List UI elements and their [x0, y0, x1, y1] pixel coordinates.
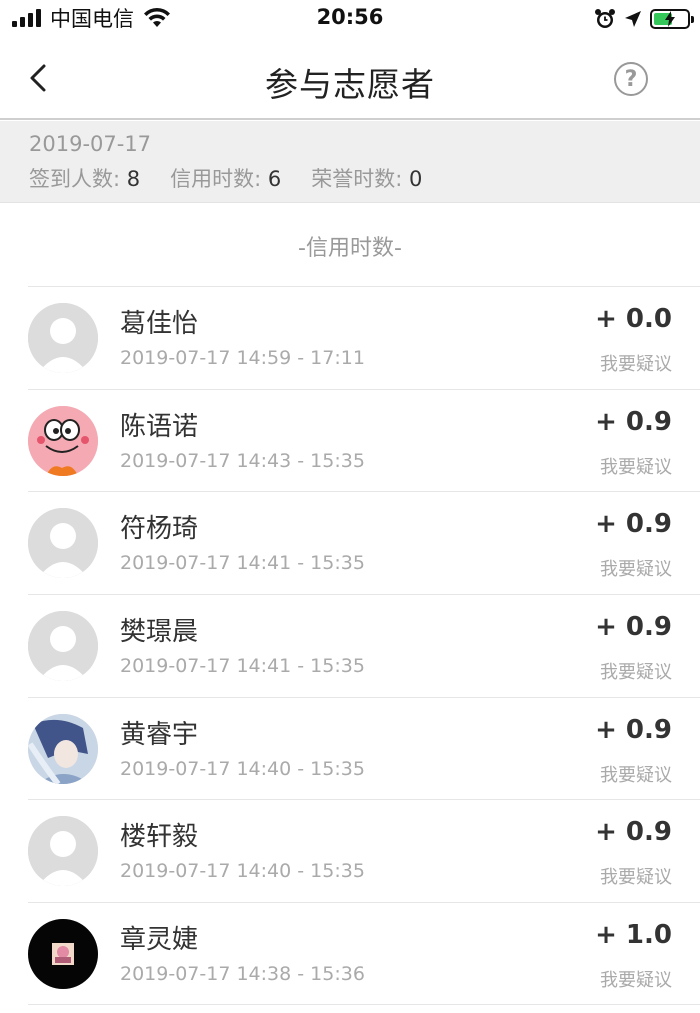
volunteer-row[interactable]: 符杨琦 2019-07-17 14:41 - 15:35 + 0.9 我要疑议 [28, 491, 700, 594]
stat-credit-label: 信用时数: [170, 167, 262, 191]
stat-checkin: 签到人数: 8 [29, 163, 140, 193]
volunteer-name: 符杨琦 [120, 514, 199, 545]
nav-bar: 参与志愿者 ? [0, 38, 700, 120]
stat-checkin-label: 签到人数: [29, 167, 121, 191]
avatar [28, 919, 98, 990]
volunteer-row[interactable]: 樊璟晨 2019-07-17 14:41 - 15:35 + 0.9 我要疑议 [28, 594, 700, 697]
volunteer-points: + 0.9 [595, 817, 672, 848]
volunteer-row[interactable]: 楼轩毅 2019-07-17 14:40 - 15:35 + 0.9 我要疑议 [28, 799, 700, 902]
volunteer-name: 楼轩毅 [120, 822, 199, 853]
volunteer-points: + 0.9 [595, 406, 672, 437]
dispute-link[interactable]: 我要疑议 [600, 761, 672, 787]
avatar [28, 508, 98, 579]
summary-stats: 签到人数: 8 信用时数: 6 荣誉时数: 0 [29, 163, 452, 193]
dispute-link[interactable]: 我要疑议 [600, 350, 672, 376]
status-right [594, 7, 694, 31]
dispute-link[interactable]: 我要疑议 [600, 863, 672, 889]
volunteer-row[interactable]: 章灵婕 2019-07-17 14:38 - 15:36 + 1.0 我要疑议 [28, 902, 700, 1005]
stat-credit-value: 6 [267, 167, 282, 191]
volunteer-name: 章灵婕 [120, 925, 199, 956]
dispute-link[interactable]: 我要疑议 [600, 555, 672, 581]
location-arrow-icon [625, 11, 641, 27]
stat-honor-value: 0 [409, 167, 423, 191]
volunteer-name: 樊璟晨 [120, 617, 199, 648]
volunteer-time: 2019-07-17 14:43 - 15:35 [120, 449, 365, 472]
volunteer-row[interactable]: 葛佳怡 2019-07-17 14:59 - 17:11 + 0.0 我要疑议 [28, 286, 700, 389]
volunteer-row[interactable]: 黄睿宇 2019-07-17 14:40 - 15:35 + 0.9 我要疑议 [28, 696, 700, 800]
volunteer-row[interactable]: 陈语诺 2019-07-17 14:43 - 15:35 + 0.9 我要疑议 [28, 388, 700, 492]
stat-checkin-value: 8 [126, 167, 141, 191]
dispute-link[interactable]: 我要疑议 [600, 658, 672, 684]
volunteer-name: 葛佳怡 [120, 309, 199, 339]
battery-icon [650, 9, 694, 29]
avatar [28, 816, 98, 887]
avatar [28, 303, 98, 373]
volunteer-time: 2019-07-17 14:41 - 15:35 [120, 655, 365, 678]
summary-date: 2019-07-17 [29, 132, 152, 156]
stat-honor-label: 荣誉时数: [311, 167, 403, 191]
volunteer-points: + 0.9 [595, 509, 672, 540]
stat-honor: 荣誉时数: 0 [311, 163, 422, 193]
alarm-icon [595, 9, 615, 28]
avatar [28, 713, 98, 784]
summary-panel: 2019-07-17 签到人数: 8 信用时数: 6 荣誉时数: 0 [0, 121, 700, 203]
stat-credit: 信用时数: 6 [170, 163, 281, 193]
dispute-link[interactable]: 我要疑议 [600, 453, 672, 479]
status-bar: 中国电信 20:56 [0, 0, 700, 38]
volunteer-time: 2019-07-17 14:40 - 15:35 [120, 757, 365, 780]
section-title: -信用时数- [298, 236, 402, 261]
dispute-link[interactable]: 我要疑议 [600, 966, 672, 992]
avatar [28, 611, 98, 682]
avatar [28, 405, 98, 476]
question-circle-icon[interactable]: ? [614, 62, 648, 96]
volunteer-list: 葛佳怡 2019-07-17 14:59 - 17:11 + 0.0 我要疑议 陈语诺 2… [28, 286, 700, 1005]
volunteer-time: 2019-07-17 14:59 - 17:11 [120, 347, 365, 369]
volunteer-name: 陈语诺 [120, 411, 199, 442]
page-title: 参与志愿者 [265, 65, 435, 104]
volunteer-time: 2019-07-17 14:40 - 15:35 [120, 860, 365, 883]
volunteer-points: + 0.0 [595, 304, 672, 334]
volunteer-time: 2019-07-17 14:38 - 15:36 [120, 963, 365, 986]
volunteer-points: + 0.9 [595, 714, 672, 745]
volunteer-name: 黄睿宇 [120, 719, 199, 750]
volunteer-time: 2019-07-17 14:41 - 15:35 [120, 552, 365, 575]
volunteer-points: + 1.0 [595, 920, 672, 951]
volunteer-points: + 0.9 [595, 612, 672, 643]
